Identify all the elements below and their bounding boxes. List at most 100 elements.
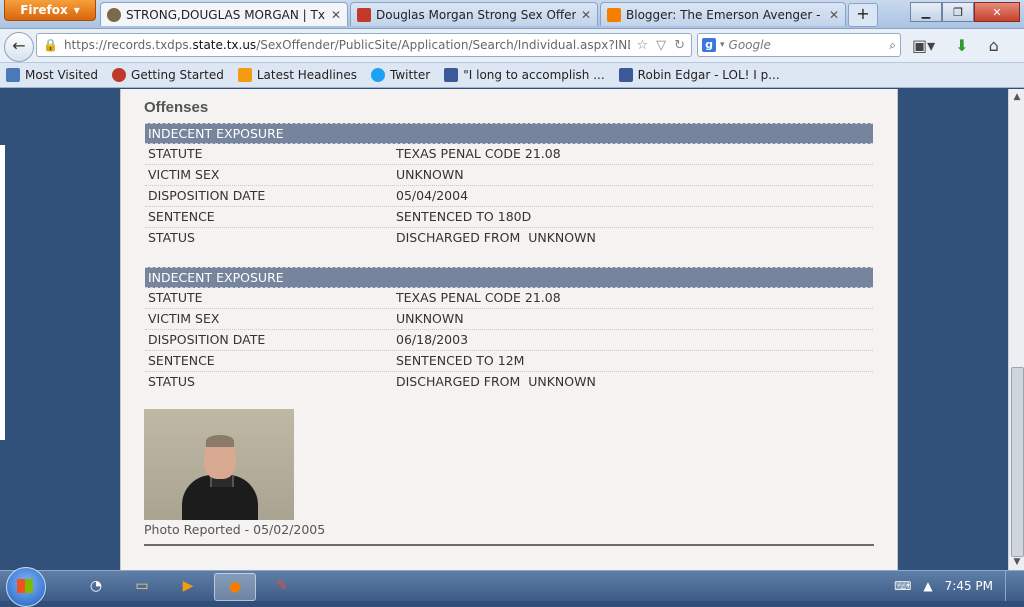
row-value: DISCHARGED FROM UNKNOWN — [396, 230, 596, 245]
row-value: UNKNOWN — [396, 167, 464, 182]
firefox-icon — [112, 68, 127, 82]
bookmark-most-visited[interactable]: Most Visited — [6, 68, 98, 82]
new-tab-button[interactable]: + — [848, 3, 878, 27]
toolbar-right: ▣▾ ⬇ ⌂ — [912, 36, 999, 55]
row-label: SENTENCE — [148, 353, 215, 368]
close-tab-icon[interactable]: ✕ — [829, 8, 839, 22]
windows-logo-icon — [17, 579, 33, 593]
search-engine-dropdown-icon[interactable]: ▾ — [720, 40, 725, 50]
back-button[interactable]: ← — [4, 32, 34, 62]
row-label: VICTIM SEX — [148, 167, 220, 182]
tab-title: Blogger: The Emerson Avenger - Crea... — [626, 7, 824, 22]
offense-block: INDECENT EXPOSURE STATUTE TEXAS PENAL COD… — [145, 123, 873, 248]
bookmark-latest-headlines[interactable]: Latest Headlines — [237, 68, 357, 82]
url-prefix: https://records.txdps. — [63, 38, 193, 52]
bookmark-getting-started[interactable]: Getting Started — [112, 68, 224, 82]
bookmark-twitter[interactable]: Twitter — [371, 68, 430, 82]
firefox-icon: ● — [228, 579, 242, 595]
url-domain: state.tx.us — [192, 38, 257, 52]
close-window-button[interactable]: ✕ — [974, 2, 1020, 22]
start-button[interactable] — [6, 567, 46, 607]
offense-row: VICTIM SEX UNKNOWN — [145, 165, 873, 186]
offender-record-page: Offenses INDECENT EXPOSURE STATUTE TEXAS … — [120, 89, 898, 570]
tab-blogger[interactable]: Blogger: The Emerson Avenger - Crea... ✕ — [600, 2, 846, 26]
bookmark-facebook-2[interactable]: Robin Edgar - LOL! I p... — [618, 68, 780, 82]
taskbar-app[interactable]: ✎ — [262, 573, 302, 599]
navigation-bar: ← 🔒 https://records.txdps.state.tx.us/Se… — [0, 29, 1024, 63]
offense-row: VICTIM SEX UNKNOWN — [145, 309, 873, 330]
scroll-up-arrow-icon[interactable]: ▲ — [1009, 89, 1024, 105]
offense-row: STATUS DISCHARGED FROM UNKNOWN — [145, 228, 873, 248]
search-icon[interactable]: ⌕ — [889, 38, 896, 53]
bookmark-label: Robin Edgar - LOL! I p... — [637, 68, 780, 82]
taskbar-clock-app[interactable]: ◔ — [76, 573, 116, 599]
keyboard-icon[interactable]: ⌨ — [894, 579, 911, 593]
home-icon[interactable]: ⌂ — [989, 36, 999, 55]
restore-button[interactable]: ❐ — [942, 2, 974, 22]
offense-row: STATUTE TEXAS PENAL CODE 21.08 — [145, 288, 873, 309]
folder-icon: ▭ — [135, 578, 149, 594]
taskbar-firefox[interactable]: ● — [214, 573, 256, 601]
firefox-menu-button[interactable]: Firefox ▾ — [4, 0, 96, 21]
bookmark-star-icon[interactable]: ☆ — [636, 38, 648, 53]
show-hidden-icons-icon[interactable]: ▲ — [923, 579, 932, 593]
most-visited-icon — [6, 68, 20, 82]
scroll-down-arrow-icon[interactable]: ▼ — [1009, 554, 1024, 570]
vertical-scrollbar[interactable]: ▲ ▼ — [1008, 89, 1024, 570]
google-icon[interactable]: g — [702, 38, 716, 52]
scroll-thumb[interactable] — [1011, 367, 1024, 557]
windows-taskbar: ◔ ▭ ▶ ● ✎ ⌨ ▲ 7:45 PM — [0, 567, 1024, 607]
row-value: UNKNOWN — [396, 311, 464, 326]
bookmarks-menu-icon[interactable]: ▣▾ — [912, 36, 935, 55]
search-bar[interactable]: g ▾ Google ⌕ — [697, 33, 901, 57]
facebook-icon — [618, 68, 633, 82]
taskbar-explorer[interactable]: ▭ — [122, 573, 162, 599]
row-label: STATUS — [148, 230, 195, 245]
row-label: DISPOSITION DATE — [148, 188, 266, 203]
clock-app-icon: ◔ — [89, 578, 103, 594]
show-desktop-button[interactable] — [1005, 571, 1016, 601]
close-tab-icon[interactable]: ✕ — [331, 8, 341, 22]
tab-title: Douglas Morgan Strong Sex Offender... — [376, 7, 576, 22]
offense-row: DISPOSITION DATE 06/18/2003 — [145, 330, 873, 351]
site-favicon-icon — [357, 7, 371, 22]
tab-title: STRONG,DOUGLAS MORGAN | TxDP... — [126, 7, 326, 22]
row-value: TEXAS PENAL CODE 21.08 — [396, 146, 561, 161]
offense-row: STATUS DISCHARGED FROM UNKNOWN — [145, 372, 873, 392]
txdps-seal-icon — [107, 7, 121, 22]
bookmark-facebook-1[interactable]: "I long to accomplish ... — [444, 68, 605, 82]
system-tray: ⌨ ▲ 7:45 PM — [894, 571, 1016, 601]
bookmark-label: Getting Started — [131, 68, 224, 82]
bookmark-label: Most Visited — [25, 68, 99, 82]
tab-douglas-morgan[interactable]: Douglas Morgan Strong Sex Offender... ✕ — [350, 2, 598, 26]
row-label: SENTENCE — [148, 209, 215, 224]
media-player-icon: ▶ — [182, 578, 194, 594]
bookmark-label: Twitter — [390, 68, 431, 82]
address-bar[interactable]: 🔒 https://records.txdps.state.tx.us/SexO… — [36, 33, 692, 57]
chevron-down-icon: ▾ — [73, 3, 80, 17]
history-dropdown-icon[interactable]: ▽ — [656, 38, 666, 53]
twitter-icon — [371, 68, 386, 82]
reload-icon[interactable]: ↻ — [674, 38, 685, 53]
row-value: TEXAS PENAL CODE 21.08 — [396, 290, 561, 305]
app-icon: ✎ — [276, 578, 288, 594]
page-viewport: Offenses INDECENT EXPOSURE STATUTE TEXAS … — [0, 89, 1008, 570]
close-tab-icon[interactable]: ✕ — [581, 8, 591, 22]
clock[interactable]: 7:45 PM — [945, 579, 993, 593]
row-value: 05/04/2004 — [396, 188, 469, 203]
rss-icon — [237, 68, 252, 82]
row-value: SENTENCED TO 12M — [396, 353, 525, 368]
photo-hair — [206, 435, 234, 447]
taskbar-media-player[interactable]: ▶ — [168, 573, 208, 599]
facebook-icon — [444, 68, 459, 82]
left-panel-edge — [0, 145, 5, 440]
tab-strip: Firefox ▾ STRONG,DOUGLAS MORGAN | TxDP..… — [0, 0, 1024, 29]
minimize-button[interactable]: ▁ — [910, 2, 942, 22]
download-icon[interactable]: ⬇ — [955, 36, 968, 55]
photo-caption: Photo Reported - 05/02/2005 — [144, 522, 326, 537]
tab-txdps[interactable]: STRONG,DOUGLAS MORGAN | TxDP... ✕ — [100, 2, 348, 26]
offense-row: DISPOSITION DATE 05/04/2004 — [145, 186, 873, 207]
row-label: DISPOSITION DATE — [148, 332, 266, 347]
offense-title: INDECENT EXPOSURE — [145, 123, 873, 144]
firefox-menu-label: Firefox — [20, 3, 68, 17]
